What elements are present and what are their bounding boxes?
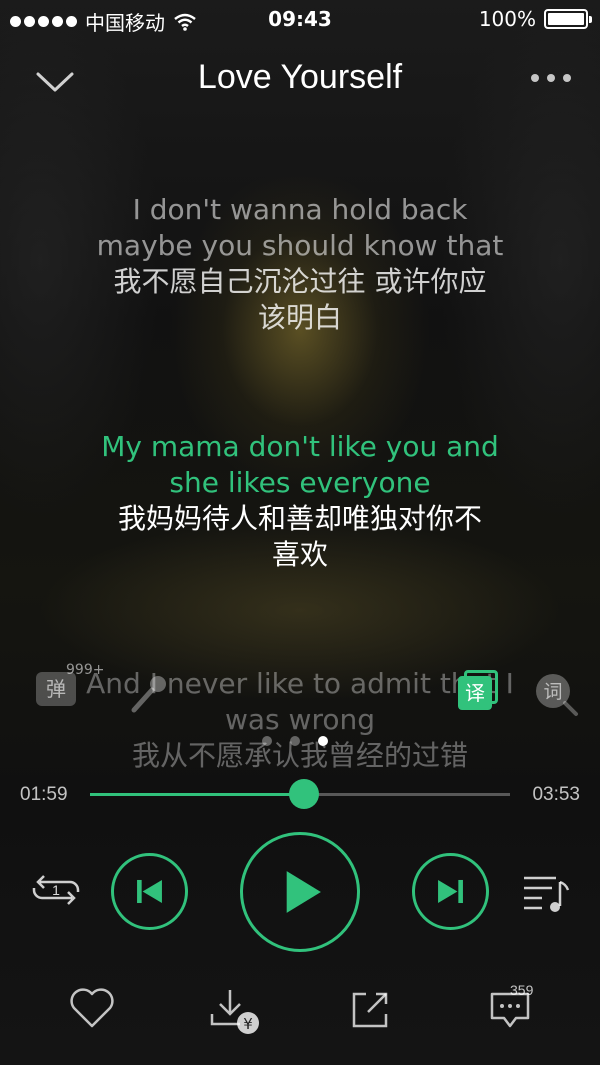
play-button[interactable] xyxy=(240,832,360,952)
lyric-english: maybe you should know that xyxy=(96,229,504,262)
page-indicator xyxy=(262,736,328,746)
lyric-search-icon[interactable]: 词 xyxy=(532,670,580,718)
progress-thumb[interactable] xyxy=(289,779,320,809)
page-dot[interactable] xyxy=(290,736,300,746)
heart-icon[interactable] xyxy=(68,986,116,1030)
total-duration: 03:53 xyxy=(532,784,580,805)
lyric-line-previous: I don't wanna hold back maybe you should… xyxy=(0,192,600,336)
status-bar: 中国移动 09:43 100% xyxy=(0,0,600,40)
translate-icon: 译 xyxy=(458,676,492,710)
battery-percent: 100% xyxy=(478,7,536,31)
repeat-count: 1 xyxy=(52,882,60,898)
player-header: Love Yourself xyxy=(0,50,600,110)
next-button[interactable] xyxy=(412,853,489,930)
lyric-chinese: 我妈妈待人和善却唯独对你不 xyxy=(117,502,482,535)
repeat-one-icon[interactable]: 1 xyxy=(30,868,82,912)
svg-text:¥: ¥ xyxy=(243,1015,253,1033)
progress-bar[interactable] xyxy=(90,779,510,809)
share-icon[interactable] xyxy=(348,988,392,1032)
mic-icon[interactable] xyxy=(128,672,172,716)
lyric-english: she likes everyone xyxy=(169,466,431,499)
page-dot[interactable] xyxy=(262,736,272,746)
previous-button[interactable] xyxy=(111,853,188,930)
song-title: Love Yourself xyxy=(197,58,403,96)
lyric-english: My mama don't like you and xyxy=(101,430,499,463)
more-icon[interactable] xyxy=(526,68,576,88)
playlist-icon[interactable] xyxy=(520,870,572,914)
elapsed-time: 01:59 xyxy=(20,784,68,805)
download-icon[interactable]: ¥ xyxy=(208,986,264,1036)
lyric-chinese: 喜欢 xyxy=(271,538,328,571)
lyric-chinese: 我不愿自己沉沦过往 或许你应 xyxy=(113,265,487,298)
lyric-english: I don't wanna hold back xyxy=(132,193,468,226)
previous-icon xyxy=(137,879,162,904)
page-dot[interactable] xyxy=(318,736,328,746)
play-icon xyxy=(286,871,321,913)
svg-text:词: 词 xyxy=(543,681,562,703)
progress-fill xyxy=(90,793,305,796)
translate-button[interactable]: 译 xyxy=(458,670,500,714)
battery-icon xyxy=(544,9,592,29)
lyric-chinese: 该明白 xyxy=(257,301,342,334)
danmu-count: 999+ xyxy=(66,662,105,678)
comment-count: 359 xyxy=(510,982,534,998)
next-icon xyxy=(438,879,463,904)
lyric-line-current: My mama don't like you and she likes eve… xyxy=(0,429,600,573)
lyric-line-next: And I never like to admit that I was wro… xyxy=(0,666,600,774)
danmu-button[interactable]: 弹 999+ xyxy=(36,662,104,708)
lyric-english: was wrong xyxy=(225,703,375,736)
